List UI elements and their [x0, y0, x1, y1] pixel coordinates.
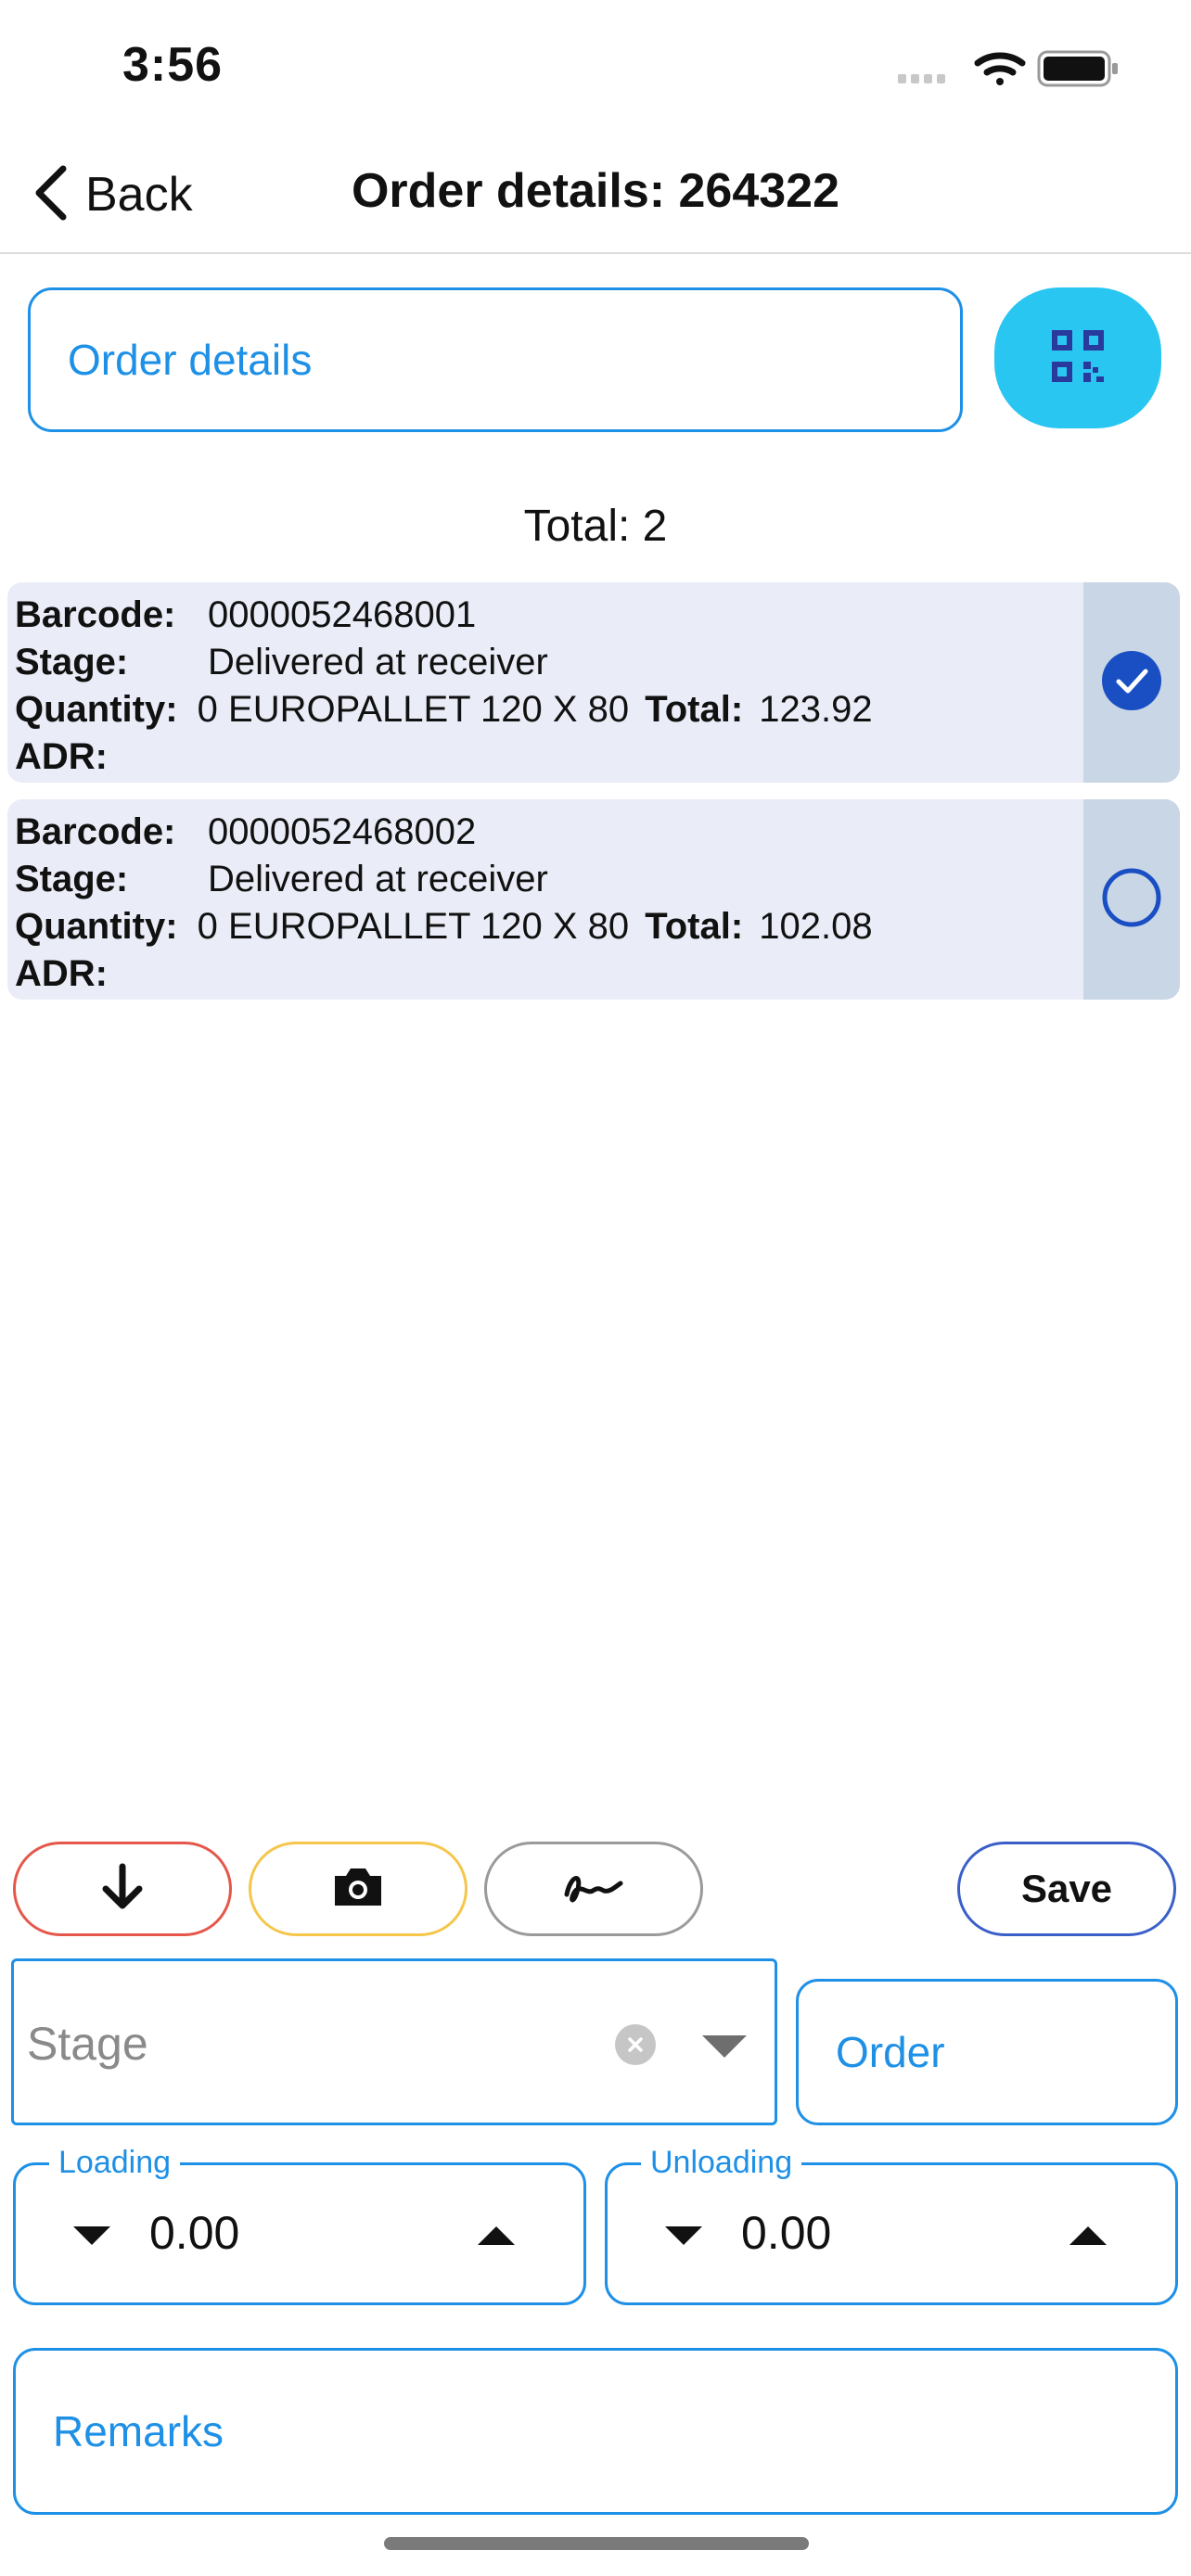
signature-button[interactable] [484, 1842, 703, 1936]
qr-code-icon [1052, 329, 1104, 387]
list-total: Total: 2 [523, 502, 668, 551]
status-time: 3:56 [122, 38, 224, 92]
decrement-icon[interactable] [71, 2225, 112, 2251]
barcode-label: Barcode: [15, 811, 176, 852]
remarks-input[interactable]: Remarks [13, 2348, 1178, 2515]
cellular-signal-icon [898, 74, 945, 83]
camera-icon [331, 1865, 385, 1914]
total-label: Total: [645, 906, 744, 947]
home-indicator [384, 2537, 809, 2550]
stage-value: Delivered at receiver [208, 859, 548, 899]
battery-icon [1037, 50, 1118, 87]
loading-value[interactable]: 0.00 [149, 2206, 239, 2260]
quantity-label: Quantity: [15, 689, 178, 730]
barcode-value: 0000052468001 [208, 594, 477, 635]
adr-label: ADR: [15, 953, 108, 994]
total-label: Total: [645, 689, 744, 730]
qr-scan-button[interactable] [994, 287, 1161, 428]
signature-icon [561, 1867, 626, 1912]
adr-label: ADR: [15, 736, 108, 777]
stage-label: Stage: [15, 642, 129, 682]
wifi-icon [974, 52, 1026, 85]
item-select-toggle[interactable] [1083, 582, 1180, 783]
empty-circle-icon [1101, 867, 1162, 933]
item-select-toggle[interactable] [1083, 799, 1180, 1000]
quantity-value: 0 EUROPALLET 120 X 80 [197, 689, 630, 730]
status-icons [898, 46, 1121, 91]
order-details-placeholder: Order details [68, 336, 313, 384]
decrement-icon[interactable] [663, 2225, 704, 2251]
stage-select[interactable]: Stage [11, 1958, 777, 2125]
total-value: 102.08 [759, 906, 873, 947]
total-value: 123.92 [759, 689, 873, 730]
quantity-label: Quantity: [15, 906, 178, 947]
nav-divider [0, 252, 1191, 254]
list-item[interactable]: Barcode: 0000052468002 Stage: Delivered … [7, 799, 1180, 1000]
increment-icon[interactable] [1068, 2225, 1108, 2251]
increment-icon[interactable] [476, 2225, 517, 2251]
stage-placeholder: Stage [27, 2018, 148, 2070]
unloading-label: Unloading [641, 2145, 802, 2181]
list-item[interactable]: Barcode: 0000052468001 Stage: Delivered … [7, 582, 1180, 783]
arrow-down-icon [100, 1863, 145, 1916]
remarks-placeholder: Remarks [53, 2407, 224, 2455]
unloading-stepper[interactable]: Unloading 0.00 [605, 2145, 1178, 2305]
quantity-value: 0 EUROPALLET 120 X 80 [197, 906, 630, 947]
camera-button[interactable] [249, 1842, 467, 1936]
page-title: Order details: 264322 [351, 164, 840, 218]
checkmark-circle-icon [1102, 650, 1161, 715]
unloading-value[interactable]: 0.00 [741, 2206, 831, 2260]
save-button[interactable]: Save [957, 1842, 1176, 1936]
clear-icon[interactable] [615, 2024, 656, 2065]
barcode-label: Barcode: [15, 594, 176, 635]
order-label: Order [836, 2028, 945, 2076]
stage-label: Stage: [15, 859, 129, 899]
stage-value: Delivered at receiver [208, 642, 548, 682]
barcode-value: 0000052468002 [208, 811, 477, 852]
dropdown-arrow-icon[interactable] [700, 2034, 749, 2064]
loading-stepper[interactable]: Loading 0.00 [13, 2145, 586, 2305]
download-button[interactable] [13, 1842, 232, 1936]
order-button[interactable]: Order [796, 1979, 1178, 2125]
order-details-input[interactable]: Order details [28, 287, 963, 432]
loading-label: Loading [49, 2145, 181, 2181]
